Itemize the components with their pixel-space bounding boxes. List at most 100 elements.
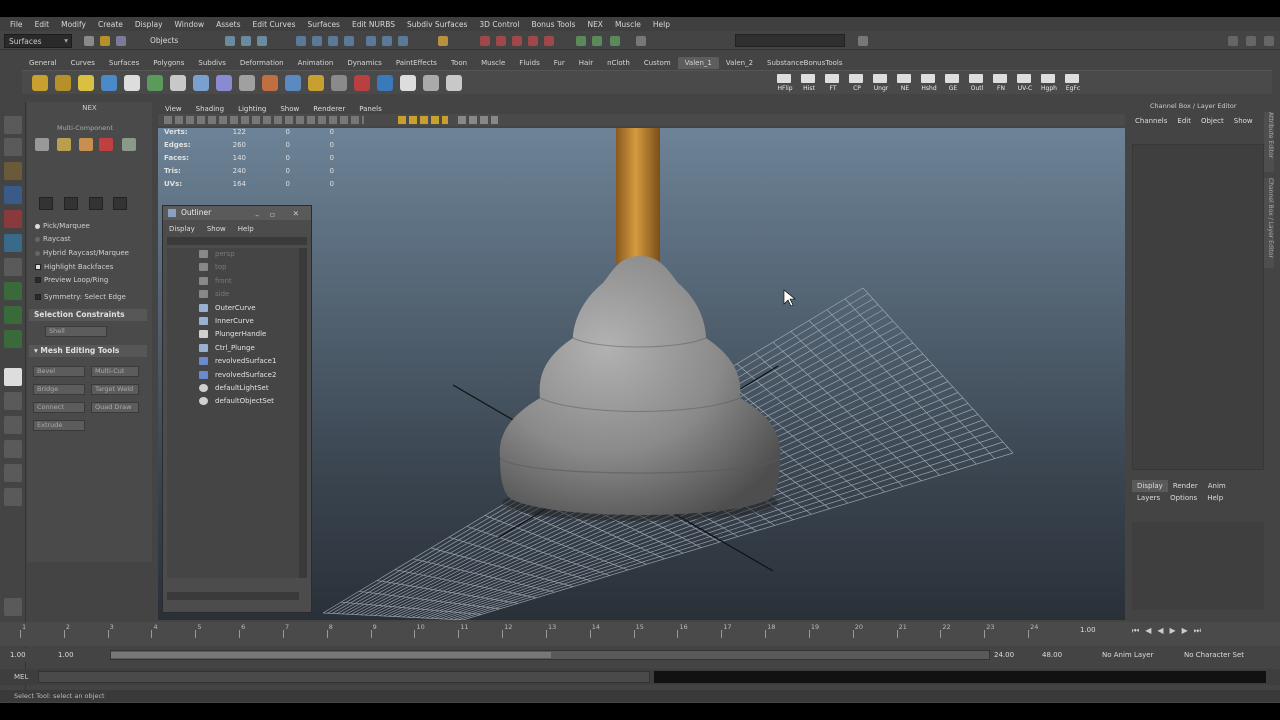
panel-toolbar-icons[interactable] [164,116,364,124]
move-tool-icon[interactable] [4,186,22,204]
channelbox-menu-edit[interactable]: Edit [1172,115,1196,127]
tool-settings-toggle-icon[interactable] [1246,36,1256,46]
sidebar-toggle-icon[interactable] [858,36,868,46]
render-view-icon[interactable] [544,36,554,46]
shelf-tab-fluids[interactable]: Fluids [512,57,546,69]
outliner-item-defaultlightset[interactable]: defaultLightSet [167,382,297,394]
layer-menu-options[interactable]: Options [1165,492,1202,504]
current-frame-field[interactable]: 1.00 [1080,626,1096,634]
outliner-item-innercurve[interactable]: InnerCurve [167,315,297,327]
menu-surfaces[interactable]: Surfaces [301,20,345,29]
select-hierarchy-icon[interactable] [225,36,235,46]
shelf-tool-icon[interactable] [423,75,439,91]
new-scene-icon[interactable] [84,36,94,46]
vertex-mode-icon[interactable] [35,138,49,151]
shelf-tool-icon[interactable] [216,75,232,91]
connect-button[interactable]: Connect [33,402,85,413]
render-settings-icon[interactable] [512,36,522,46]
shelf-tab-muscle[interactable]: Muscle [474,57,512,69]
shelf-tool-icon[interactable] [377,75,393,91]
layer-tab-anim[interactable]: Anim [1203,480,1231,492]
menu-assets[interactable]: Assets [210,20,246,29]
multi-cut-button[interactable]: Multi-Cut [91,366,139,377]
four-view-layout-icon[interactable] [4,392,22,410]
layout-icon[interactable] [636,36,646,46]
channelbox-menu-channels[interactable]: Channels [1130,115,1172,127]
maximize-icon[interactable]: ▫ [270,208,275,222]
single-view-layout-icon[interactable] [4,368,22,386]
lock-icon[interactable] [438,36,448,46]
shelf-tool-icon[interactable] [55,75,71,91]
shelf-tab-dynamics[interactable]: Dynamics [340,57,389,69]
input-ops-icon[interactable] [382,36,392,46]
shelf-tool-icon[interactable] [285,75,301,91]
edge-mode-icon[interactable] [57,138,71,151]
target-weld-button[interactable]: Target Weld [91,384,139,395]
outliner-title[interactable]: Outliner – ▫ ✕ [163,206,311,220]
menu-edit[interactable]: Edit [29,20,56,29]
shelf-tool-icon[interactable] [193,75,209,91]
viewport-menu-view[interactable]: View [158,104,189,114]
menu-help[interactable]: Help [647,20,676,29]
outliner-item-ctrl-plunge[interactable]: Ctrl_Plunge [167,342,297,354]
outliner-horizontal-scrollbar[interactable] [167,592,299,600]
manipulator-icon[interactable] [4,258,22,276]
layer-menu-layers[interactable]: Layers [1132,492,1165,504]
playback-end-field[interactable]: 24.00 [994,649,1014,661]
menu-create[interactable]: Create [92,20,129,29]
option-hybrid-raycast[interactable]: Hybrid Raycast/Marquee [35,249,129,257]
menu-edit-curves[interactable]: Edit Curves [247,20,302,29]
lasso-tool-icon[interactable] [4,138,22,156]
channelbox-menu-object[interactable]: Object [1196,115,1229,127]
attribute-editor-side-tab[interactable]: Attribute Editor [1264,112,1274,172]
outliner-item-front[interactable]: front [167,275,297,287]
output-ops-icon[interactable] [398,36,408,46]
mesh-editing-tools-header[interactable]: ▾ Mesh Editing Tools [29,345,147,357]
shelf-tool-icon[interactable] [101,75,117,91]
settings-gear-icon[interactable] [4,598,22,616]
viewport-menu-show[interactable]: Show [273,104,306,114]
shelf-tab-surfaces[interactable]: Surfaces [102,57,146,69]
ipr-render-icon[interactable] [496,36,506,46]
construction-history-icon[interactable] [366,36,376,46]
select-component-icon[interactable] [257,36,267,46]
shelf-tab-polygons[interactable]: Polygons [146,57,191,69]
shelf-button-uv-c[interactable]: UV-C [1014,72,1036,94]
toggle-panel-icon[interactable] [576,36,586,46]
option-preview-loop-ring[interactable]: Preview Loop/Ring [35,276,108,284]
shelf-button-ft[interactable]: FT [822,72,844,94]
display-toolbar-icons[interactable] [458,116,498,124]
scale-tool-icon[interactable] [4,234,22,252]
shell-button[interactable]: Shell [45,326,107,337]
shelf-tab-animation[interactable]: Animation [291,57,341,69]
minimize-icon[interactable]: – [255,209,259,223]
viewport-menu-renderer[interactable]: Renderer [306,104,352,114]
layer-tab-display[interactable]: Display [1132,480,1168,492]
playback-start-field[interactable]: 1.00 [58,649,74,661]
shelf-button-egfc[interactable]: EgFc [1062,72,1084,94]
shelf-button-ungr[interactable]: Ungr [870,72,892,94]
shelf-tab-valen-2[interactable]: Valen_2 [719,57,760,69]
menu-3d-control[interactable]: 3D Control [473,20,525,29]
shelf-button-ne[interactable]: NE [894,72,916,94]
selection-mode-label[interactable]: Objects [150,36,178,45]
extrude-button[interactable]: Extrude [33,420,85,431]
layer-tab-render[interactable]: Render [1168,480,1203,492]
shelf-tab-general[interactable]: General [22,57,64,69]
select-tool-icon[interactable] [4,116,22,134]
close-icon[interactable]: ✕ [293,207,299,221]
outliner-item-revolvedsurface2[interactable]: revolvedSurface2 [167,369,297,381]
outliner-item-plungerhandle[interactable]: PlungerHandle [167,328,297,340]
rotate-tool-icon[interactable] [4,210,22,228]
shelf-tab-fur[interactable]: Fur [547,57,572,69]
mel-label[interactable]: MEL [14,673,28,681]
layer-list[interactable] [1132,522,1264,610]
shelf-tool-icon[interactable] [170,75,186,91]
menu-bonus-tools[interactable]: Bonus Tools [525,20,581,29]
soft-mod-icon[interactable] [4,282,22,300]
lighting-toolbar-icons[interactable] [398,116,448,124]
hypershade-icon[interactable] [528,36,538,46]
command-input[interactable] [38,671,650,683]
menu-subdiv-surfaces[interactable]: Subdiv Surfaces [401,20,473,29]
shelf-tab-ncloth[interactable]: nCloth [600,57,637,69]
